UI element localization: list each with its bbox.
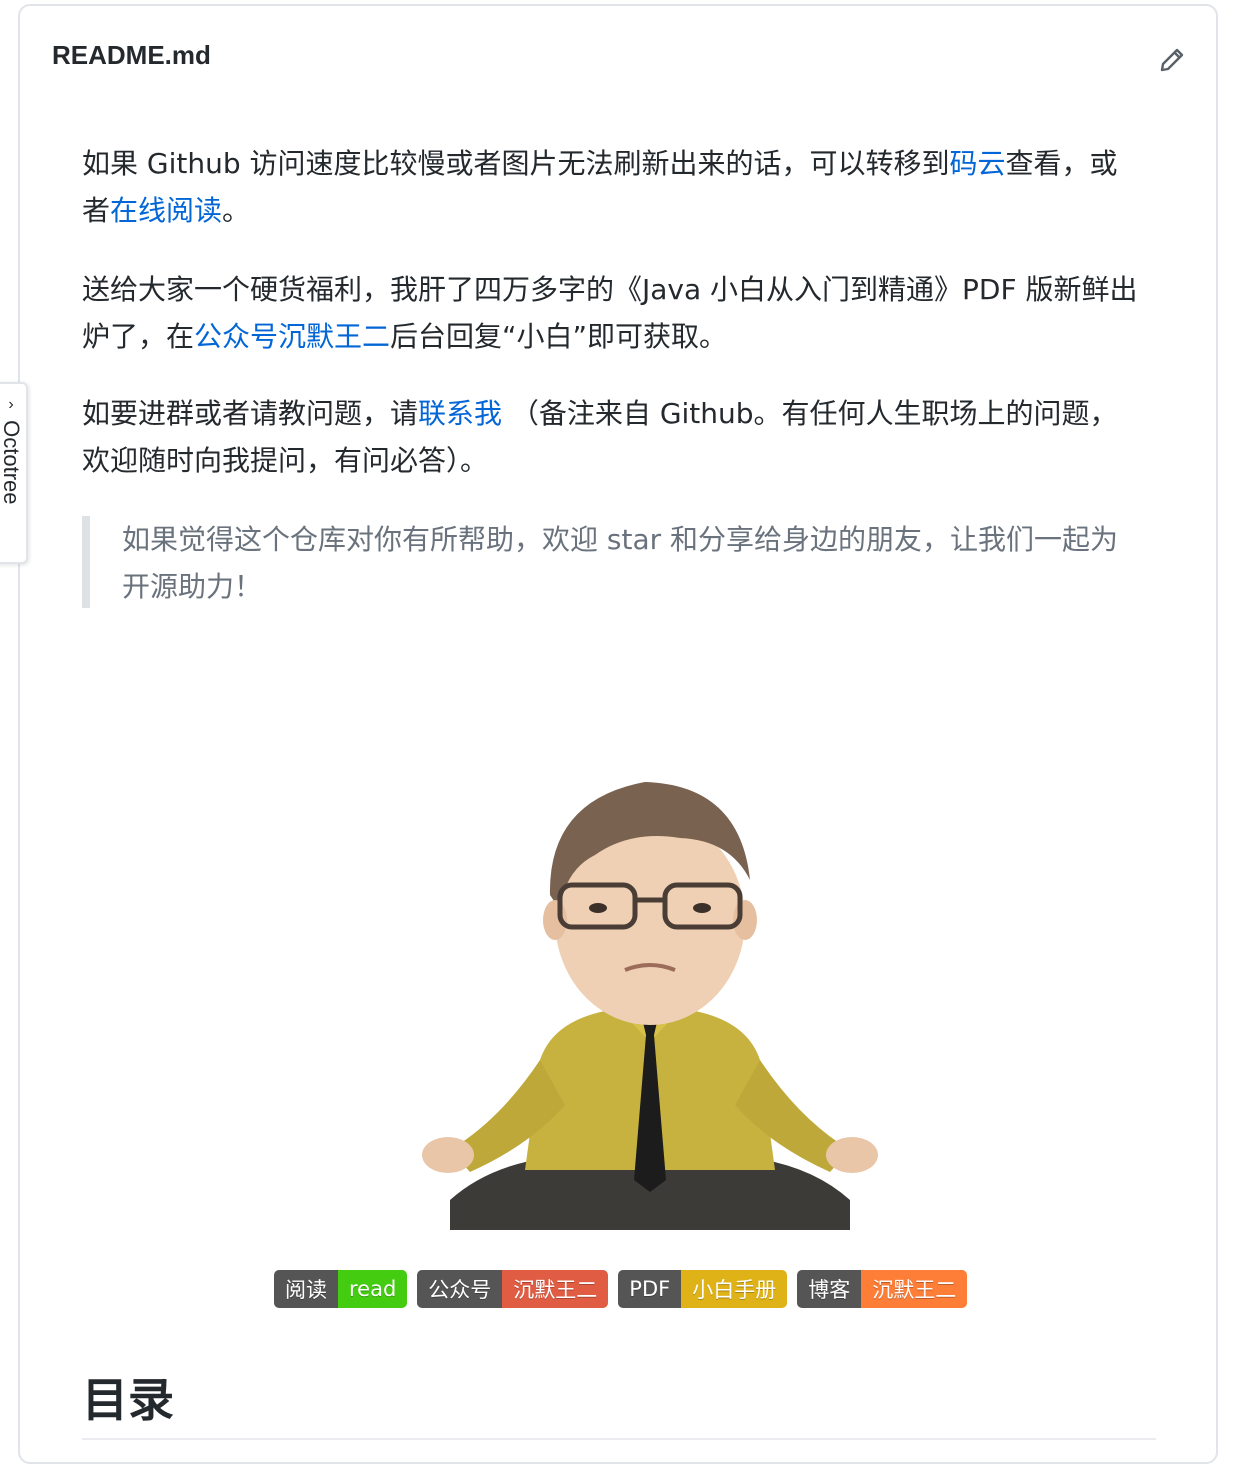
octotree-label-text: Octotree [0, 420, 24, 505]
wechat-account-link[interactable]: 公众号沉默王二 [194, 320, 390, 353]
toc-heading: 目录 [82, 1373, 174, 1427]
intro-paragraph-pdf: 送给大家一个硬货福利，我肝了四万多字的《Java 小白从入门到精通》PDF 版新… [82, 266, 1142, 360]
blockquote: 如果觉得这个仓库对你有所帮助，欢迎 star 和分享给身边的朋友，让我们一起为开… [82, 516, 1142, 608]
badge-blog[interactable]: 博客 沉默王二 [797, 1270, 968, 1308]
edit-file-button[interactable] [1152, 40, 1192, 80]
octotree-label: › Octotree [0, 396, 24, 505]
contact-text: 如要进群或者请教问题，请 [82, 397, 419, 430]
badge-value: 沉默王二 [502, 1270, 609, 1308]
pdf-text: 后台回复“小白”即可获取。 [390, 320, 728, 353]
chevron-right-icon: › [8, 396, 14, 413]
contact-me-link[interactable]: 联系我 [418, 397, 502, 430]
badge-label: 公众号 [417, 1270, 503, 1308]
badge-value: 沉默王二 [861, 1270, 968, 1308]
intro-text: 如果 Github 访问速度比较慢或者图片无法刷新出来的话，可以转移到 [82, 147, 950, 180]
badge-pdf[interactable]: PDF 小白手册 [618, 1270, 788, 1308]
badge-value: 小白手册 [681, 1270, 788, 1308]
badge-wechat[interactable]: 公众号 沉默王二 [417, 1270, 609, 1308]
intro-text: 。 [222, 194, 251, 227]
badge-value: read [338, 1270, 408, 1308]
badge-label: 博客 [797, 1270, 862, 1308]
author-avatar-image [380, 760, 920, 1230]
badge-label: 阅读 [274, 1270, 338, 1308]
pencil-icon [1160, 48, 1184, 72]
badge-read[interactable]: 阅读 read [274, 1270, 408, 1308]
heading-divider [82, 1438, 1156, 1440]
gitee-link[interactable]: 码云 [950, 147, 1006, 180]
intro-paragraph-contact: 如要进群或者请教问题，请联系我 （备注来自 Github。有任何人生职场上的问题… [82, 390, 1142, 484]
online-read-link[interactable]: 在线阅读 [110, 194, 222, 227]
badge-label: PDF [618, 1270, 682, 1308]
readme-filename: README.md [52, 40, 211, 70]
intro-paragraph-mirror: 如果 Github 访问速度比较慢或者图片无法刷新出来的话，可以转移到码云查看，… [82, 140, 1142, 234]
quote-text: 如果觉得这个仓库对你有所帮助，欢迎 star 和分享给身边的朋友，让我们一起为开… [122, 523, 1119, 603]
octotree-toggle[interactable]: › Octotree [0, 382, 28, 564]
badge-row: 阅读 read 公众号 沉默王二 PDF 小白手册 博客 沉默王二 [274, 1270, 968, 1308]
